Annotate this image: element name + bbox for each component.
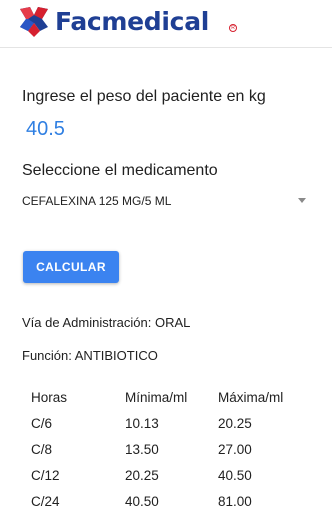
cell-hours: C/6 bbox=[31, 416, 53, 431]
cell-hours: C/8 bbox=[31, 442, 53, 457]
cell-hours: C/12 bbox=[31, 468, 60, 483]
weight-input[interactable] bbox=[26, 118, 226, 141]
cell-max: 20.25 bbox=[218, 416, 252, 431]
column-header-min: Mínima/ml bbox=[125, 390, 188, 405]
administration-route: Vía de Administración: ORAL bbox=[22, 315, 191, 330]
calculate-button[interactable]: CALCULAR bbox=[23, 251, 119, 283]
column-header-max: Máxima/ml bbox=[218, 390, 284, 405]
cross-logo-icon bbox=[20, 7, 48, 37]
cell-min: 40.50 bbox=[125, 494, 159, 509]
column-header-hours: Horas bbox=[31, 390, 68, 405]
medicine-label: Seleccione el medicamento bbox=[22, 162, 218, 179]
cell-min: 13.50 bbox=[125, 442, 159, 457]
weight-label: Ingrese el peso del paciente en kg bbox=[22, 88, 266, 105]
drug-function: Función: ANTIBIOTICO bbox=[22, 348, 158, 363]
cell-min: 10.13 bbox=[125, 416, 159, 431]
cell-max: 81.00 bbox=[218, 494, 252, 509]
caret-down-icon bbox=[298, 198, 306, 203]
registered-mark: R bbox=[229, 24, 237, 32]
medicine-selected-value: CEFALEXINA 125 MG/5 ML bbox=[22, 194, 172, 208]
cell-hours: C/24 bbox=[31, 494, 60, 509]
cell-max: 40.50 bbox=[218, 468, 252, 483]
dose-table: Horas Mínima/ml Máxima/ml C/6 10.13 20.2… bbox=[22, 386, 312, 512]
table-header-row: Horas Mínima/ml Máxima/ml bbox=[22, 386, 312, 412]
app-header: Facmedical R bbox=[0, 0, 332, 48]
brand-name: Facmedical bbox=[55, 7, 210, 36]
medicine-select[interactable]: CEFALEXINA 125 MG/5 ML bbox=[22, 193, 312, 211]
table-row: C/12 20.25 40.50 bbox=[22, 464, 312, 490]
table-row: C/6 10.13 20.25 bbox=[22, 412, 312, 438]
cell-min: 20.25 bbox=[125, 468, 159, 483]
table-row: C/8 13.50 27.00 bbox=[22, 438, 312, 464]
table-row: C/24 40.50 81.00 bbox=[22, 490, 312, 512]
cell-max: 27.00 bbox=[218, 442, 252, 457]
